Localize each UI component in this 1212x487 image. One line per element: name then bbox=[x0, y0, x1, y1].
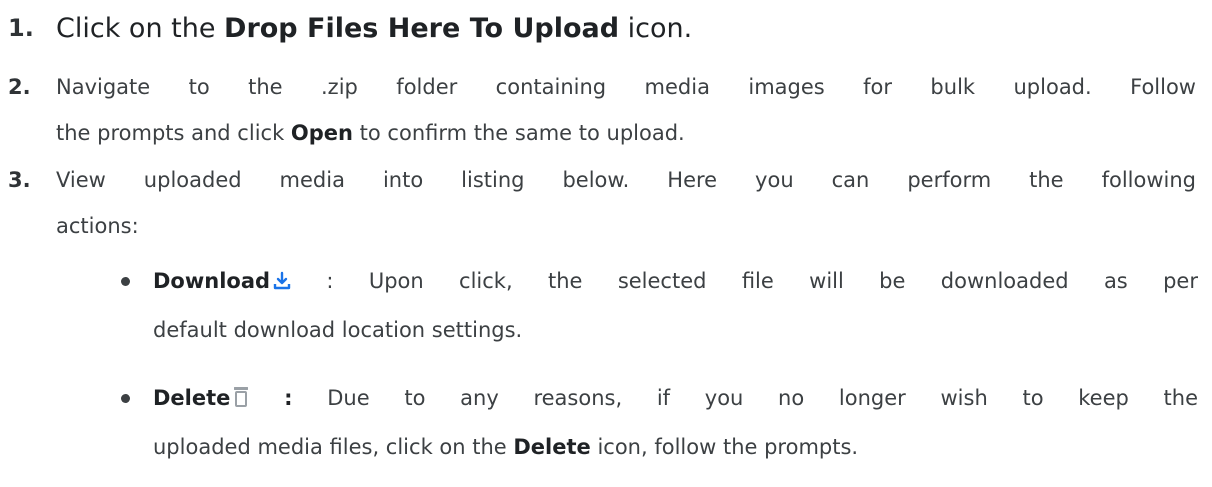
step-line: the prompts and click Open to confirm th… bbox=[56, 110, 1196, 156]
action-label-with-icon: Download bbox=[153, 269, 291, 293]
action-text-part: : Upon click, the selected file will be … bbox=[326, 269, 1198, 293]
bullet-dot bbox=[121, 394, 130, 403]
step-number: 1. bbox=[8, 14, 34, 42]
action-text-part: Due to any reasons, if you no longer wis… bbox=[327, 386, 1198, 410]
step-number: 3. bbox=[8, 168, 31, 192]
bullet-dot bbox=[121, 277, 130, 286]
step-bold-text: Open bbox=[290, 121, 353, 145]
step-number: 2. bbox=[8, 75, 31, 99]
step-text: Navigate to the .zip folder containing m… bbox=[56, 64, 1196, 156]
download-icon bbox=[273, 261, 291, 307]
action-line: default download location settings. bbox=[153, 318, 523, 342]
action-name: Delete bbox=[153, 386, 231, 410]
action-line: Delete : Due to any reasons, if you no l… bbox=[153, 375, 1198, 424]
step-text-part: the prompts and click bbox=[56, 121, 291, 145]
step-text: Click on the Drop Files Here To Upload i… bbox=[56, 6, 1196, 52]
instructions-document: 1. Click on the Drop Files Here To Uploa… bbox=[0, 0, 1212, 487]
step-line: actions: bbox=[56, 214, 139, 238]
action-text: Delete : Due to any reasons, if you no l… bbox=[153, 375, 1198, 470]
trash-icon bbox=[233, 378, 249, 424]
step-bold-text: Drop Files Here To Upload bbox=[224, 13, 620, 44]
step-text-part: to confirm the same to upload. bbox=[353, 121, 685, 145]
action-line: uploaded media files, click on the Delet… bbox=[153, 424, 1198, 470]
step-line: Navigate to the .zip folder containing m… bbox=[56, 75, 1196, 99]
step-line: View uploaded media into listing below. … bbox=[56, 168, 1196, 192]
action-text-part: icon, follow the prompts. bbox=[590, 435, 859, 459]
action-label-with-icon: Delete : bbox=[153, 386, 293, 410]
action-text: Download : Upon click, the selected file… bbox=[153, 258, 1198, 353]
step-text-part: icon. bbox=[619, 13, 693, 44]
colon: : bbox=[284, 386, 293, 410]
step-text-part: Click on the bbox=[56, 13, 225, 44]
action-name: Download bbox=[153, 269, 271, 293]
action-text-part: uploaded media files, click on the bbox=[153, 435, 514, 459]
action-line: Download : Upon click, the selected file… bbox=[153, 258, 1198, 307]
step-text: View uploaded media into listing below. … bbox=[56, 157, 1196, 249]
action-bold-text: Delete bbox=[513, 435, 591, 459]
